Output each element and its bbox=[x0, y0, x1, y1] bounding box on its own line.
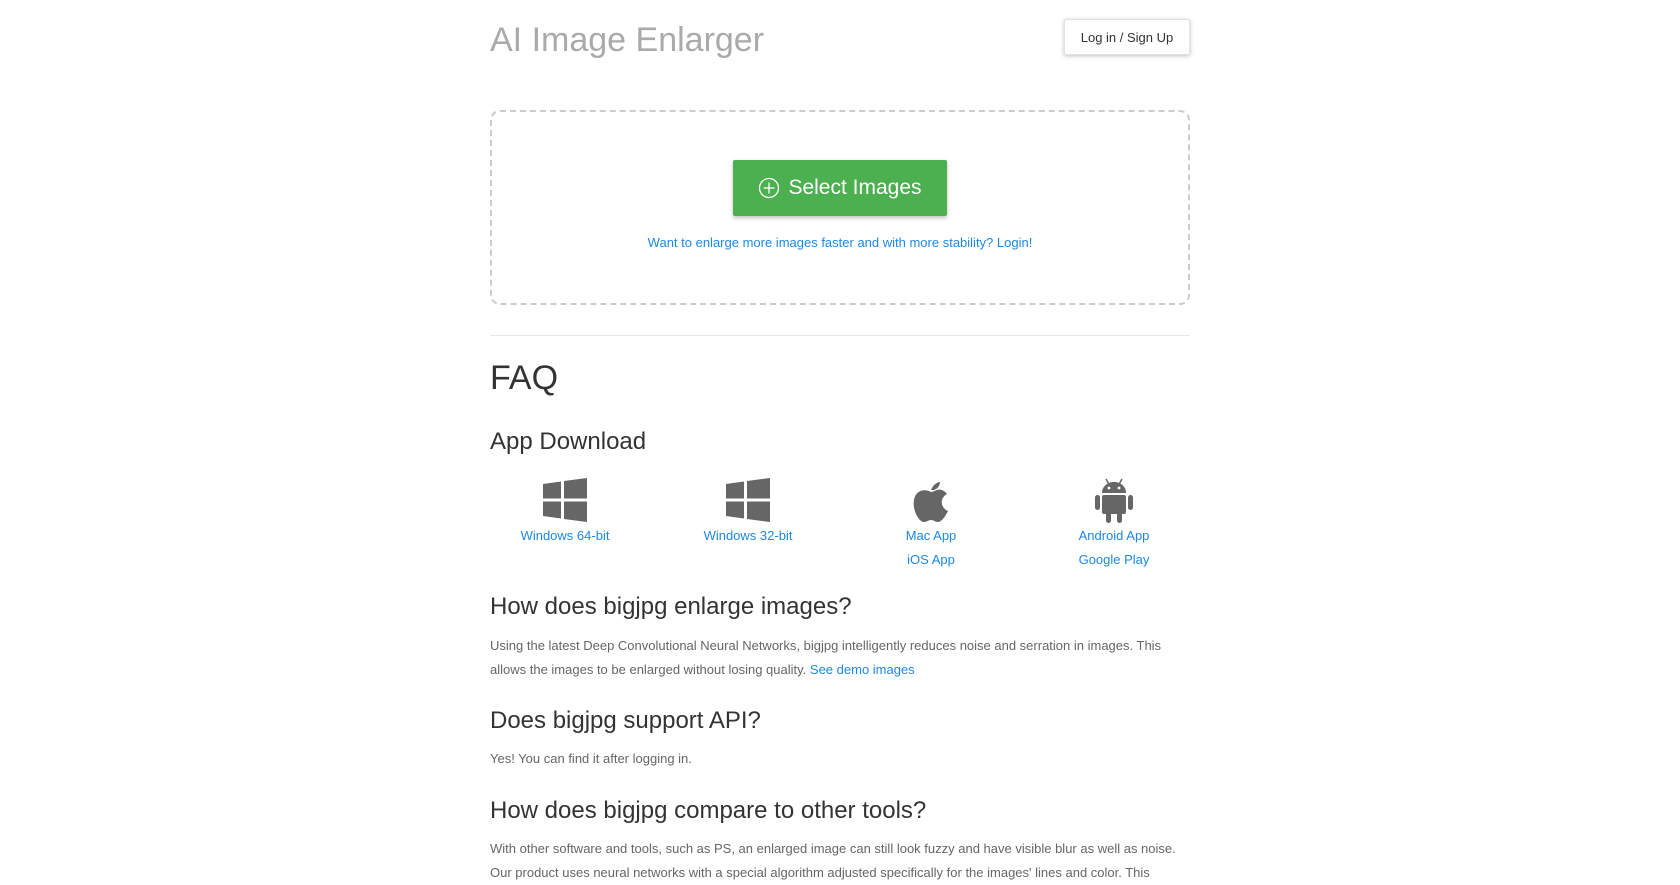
faq-title: FAQ bbox=[490, 359, 559, 397]
select-images-button[interactable]: Select Images bbox=[733, 160, 947, 216]
app-download-heading: App Download bbox=[490, 428, 647, 455]
login-hint-link[interactable]: Want to enlarge more images faster and w… bbox=[492, 235, 1188, 250]
faq-answer-api: Yes! You can find it after logging in. bbox=[490, 751, 692, 766]
app-apple: Mac App iOS App bbox=[856, 476, 1006, 572]
ios-app-link[interactable]: iOS App bbox=[856, 548, 1006, 572]
login-signup-button[interactable]: Log in / Sign Up bbox=[1064, 19, 1190, 55]
faq-question-compare: How does bigjpg compare to other tools? bbox=[490, 797, 927, 824]
see-demo-images-link[interactable]: See demo images bbox=[810, 662, 915, 677]
brand-title: AI Image Enlarger bbox=[490, 21, 765, 59]
windows-64-link[interactable]: Windows 64-bit bbox=[490, 524, 640, 548]
upload-drop-zone[interactable]: Select Images Want to enlarge more image… bbox=[490, 110, 1190, 305]
faq-answer-compare: With other software and tools, such as P… bbox=[490, 841, 1176, 880]
section-divider bbox=[490, 335, 1190, 336]
apple-icon bbox=[907, 476, 955, 524]
app-windows-32: Windows 32-bit bbox=[673, 476, 823, 548]
app-windows-64: Windows 64-bit bbox=[490, 476, 640, 548]
select-images-label: Select Images bbox=[788, 176, 922, 199]
windows-icon bbox=[541, 476, 589, 524]
windows-icon bbox=[724, 476, 772, 524]
windows-32-link[interactable]: Windows 32-bit bbox=[673, 524, 823, 548]
faq-question-api: Does bigjpg support API? bbox=[490, 707, 761, 734]
google-play-link[interactable]: Google Play bbox=[1039, 548, 1189, 572]
android-icon bbox=[1090, 476, 1138, 524]
faq-question-how-enlarge: How does bigjpg enlarge images? bbox=[490, 593, 852, 620]
plus-circle-icon bbox=[758, 177, 780, 199]
android-app-link[interactable]: Android App bbox=[1039, 524, 1189, 548]
mac-app-link[interactable]: Mac App bbox=[856, 524, 1006, 548]
faq-answer-how-enlarge: Using the latest Deep Convolutional Neur… bbox=[490, 634, 1190, 682]
app-android: Android App Google Play bbox=[1039, 476, 1189, 572]
